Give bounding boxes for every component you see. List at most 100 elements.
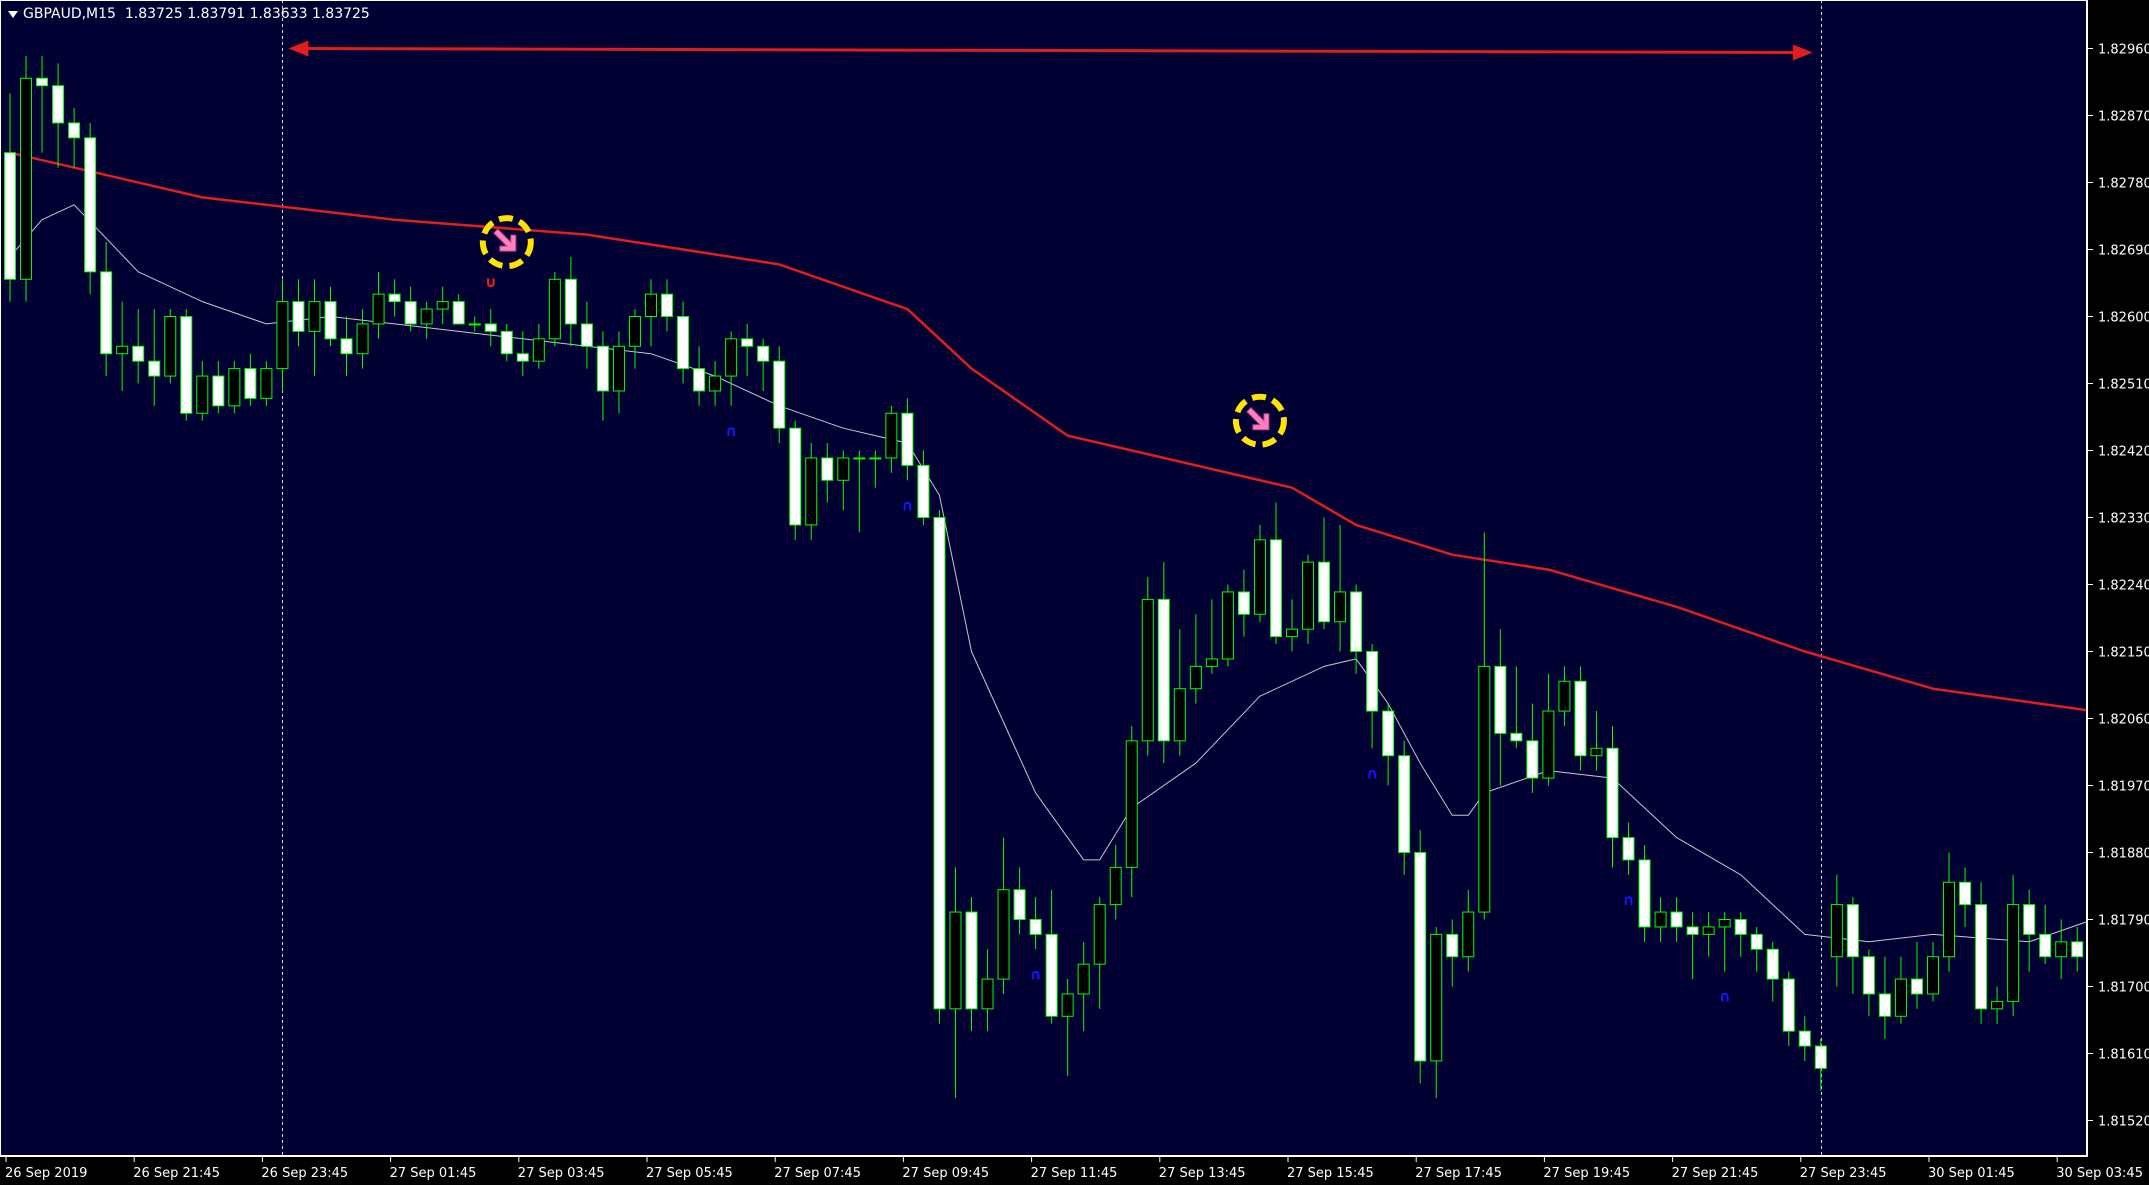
bull-candle-body xyxy=(725,338,738,377)
bull-candle-body xyxy=(20,77,33,280)
bear-candle-body xyxy=(1029,919,1042,935)
x-tick-label: 27 Sep 01:45 xyxy=(390,1166,477,1181)
y-tick-label: 1.82870 xyxy=(2098,110,2149,125)
bull-candle-body xyxy=(1430,933,1443,1062)
y-tick-label: 1.82240 xyxy=(2098,579,2149,594)
bear-candle-body xyxy=(500,330,513,355)
bear-candle-body xyxy=(1670,911,1683,928)
x-tick-label: 27 Sep 21:45 xyxy=(1672,1166,1759,1181)
bear-candle-body xyxy=(452,301,465,325)
high-value: 1.83791 xyxy=(187,6,246,22)
bear-candle-body xyxy=(741,338,754,347)
x-tick-label: 27 Sep 23:45 xyxy=(1800,1166,1887,1181)
bull-candle-body xyxy=(1478,665,1491,913)
buy-signal-icon: ∩ xyxy=(725,422,737,440)
bull-candle-body xyxy=(1205,658,1218,667)
bull-candle-body xyxy=(1927,956,1939,995)
bull-candle-body xyxy=(260,368,273,399)
bear-candle-body xyxy=(789,427,802,526)
bear-candle-body xyxy=(1959,881,1972,906)
bull-candle-body xyxy=(1702,926,1715,935)
y-tick-label: 1.81970 xyxy=(2098,780,2149,795)
y-tick-label: 1.81520 xyxy=(2098,1115,2149,1130)
bid-value: 1.83725 xyxy=(124,6,183,22)
y-tick-label: 1.81700 xyxy=(2098,981,2149,996)
bull-candle-body xyxy=(1558,680,1571,712)
dropdown-triangle-icon[interactable] xyxy=(8,10,18,18)
bull-candle-body xyxy=(981,978,994,1010)
bull-candle-body xyxy=(628,316,641,347)
bear-candle-body xyxy=(1350,591,1363,653)
bear-candle-body xyxy=(596,345,609,392)
bear-candle-body xyxy=(1414,852,1427,1062)
chart-title-bar: GBPAUD,M15 1.83725 1.83791 1.83633 1.837… xyxy=(8,6,370,22)
bull-candle-body xyxy=(420,308,433,325)
bull-candle-body xyxy=(1189,665,1202,690)
bear-candle-body xyxy=(1766,948,1779,980)
bear-candle-body xyxy=(1526,740,1539,779)
bear-candle-body xyxy=(821,457,834,481)
candle xyxy=(805,443,818,540)
bear-candle-body xyxy=(917,464,930,518)
bull-candle-body xyxy=(1542,710,1555,779)
bear-candle-body xyxy=(84,137,97,273)
candle xyxy=(1574,666,1587,771)
y-tick-label: 1.82690 xyxy=(2098,244,2149,259)
bull-candle-body xyxy=(1718,919,1731,928)
candle xyxy=(1414,830,1427,1084)
bull-candle-body xyxy=(308,301,321,332)
y-tick-label: 1.82330 xyxy=(2098,512,2149,527)
bear-candle-body xyxy=(1750,933,1763,950)
bull-candle-body xyxy=(2055,941,2068,958)
bear-candle-body xyxy=(132,345,145,362)
bear-candle-body xyxy=(1798,1030,1811,1047)
bull-candle-body xyxy=(1141,598,1154,742)
bear-candle-body xyxy=(1606,747,1619,839)
bull-candle-body xyxy=(276,301,289,370)
bear-candle-body xyxy=(2039,933,2052,958)
bear-candle-body xyxy=(965,911,978,1010)
bull-candle-body xyxy=(1221,591,1234,660)
bull-candle-body xyxy=(196,375,209,414)
bear-candle-body xyxy=(1814,1045,1827,1069)
bull-candle-body xyxy=(709,375,722,392)
x-tick-label: 30 Sep 03:45 xyxy=(2056,1166,2143,1181)
x-tick-label: 27 Sep 07:45 xyxy=(774,1166,861,1181)
bear-candle-body xyxy=(693,368,706,392)
bull-candle-body xyxy=(436,301,449,310)
bear-candle-body xyxy=(340,338,353,355)
candle xyxy=(228,361,241,414)
bear-candle-body xyxy=(212,375,225,407)
bear-candle-body xyxy=(2071,941,2084,958)
candle xyxy=(84,122,97,295)
x-tick-label: 27 Sep 17:45 xyxy=(1415,1166,1502,1181)
sell-signal-icon: ∪ xyxy=(485,273,497,291)
bear-candle-body xyxy=(1382,710,1395,757)
bull-candle-body xyxy=(1462,911,1475,958)
bull-candle-body xyxy=(1830,904,1843,958)
x-tick-label: 27 Sep 19:45 xyxy=(1543,1166,1630,1181)
bear-candle-body xyxy=(1574,680,1587,757)
bull-candle-body xyxy=(1654,911,1667,928)
bull-candle-body xyxy=(1125,740,1138,868)
x-tick-label: 27 Sep 09:45 xyxy=(902,1166,989,1181)
bull-candle-body xyxy=(997,889,1010,980)
bull-candle-body xyxy=(164,316,177,377)
candle xyxy=(1253,524,1266,622)
bear-candle-body xyxy=(52,85,65,124)
bear-candle-body xyxy=(68,122,81,139)
bear-candle-body xyxy=(773,360,786,429)
y-tick-label: 1.82510 xyxy=(2098,378,2149,393)
bear-candle-body xyxy=(180,316,193,414)
candle xyxy=(789,420,802,540)
bear-candle-body xyxy=(1846,904,1859,958)
buy-signal-icon: ∩ xyxy=(901,496,913,514)
candle xyxy=(773,346,786,444)
bear-candle-body xyxy=(1398,755,1411,854)
bear-candle-body xyxy=(404,301,417,325)
bear-candle-body xyxy=(661,293,674,317)
bull-candle-body xyxy=(1334,591,1347,623)
price-chart[interactable]: ∩ ∩ ∩ ∩ ∩ ∩ ∪ 1.82960 1.82870 1.82780 1.82690 1.82… xyxy=(0,0,2149,1185)
bear-candle-body xyxy=(4,152,16,280)
bull-candle-body xyxy=(1253,539,1266,615)
